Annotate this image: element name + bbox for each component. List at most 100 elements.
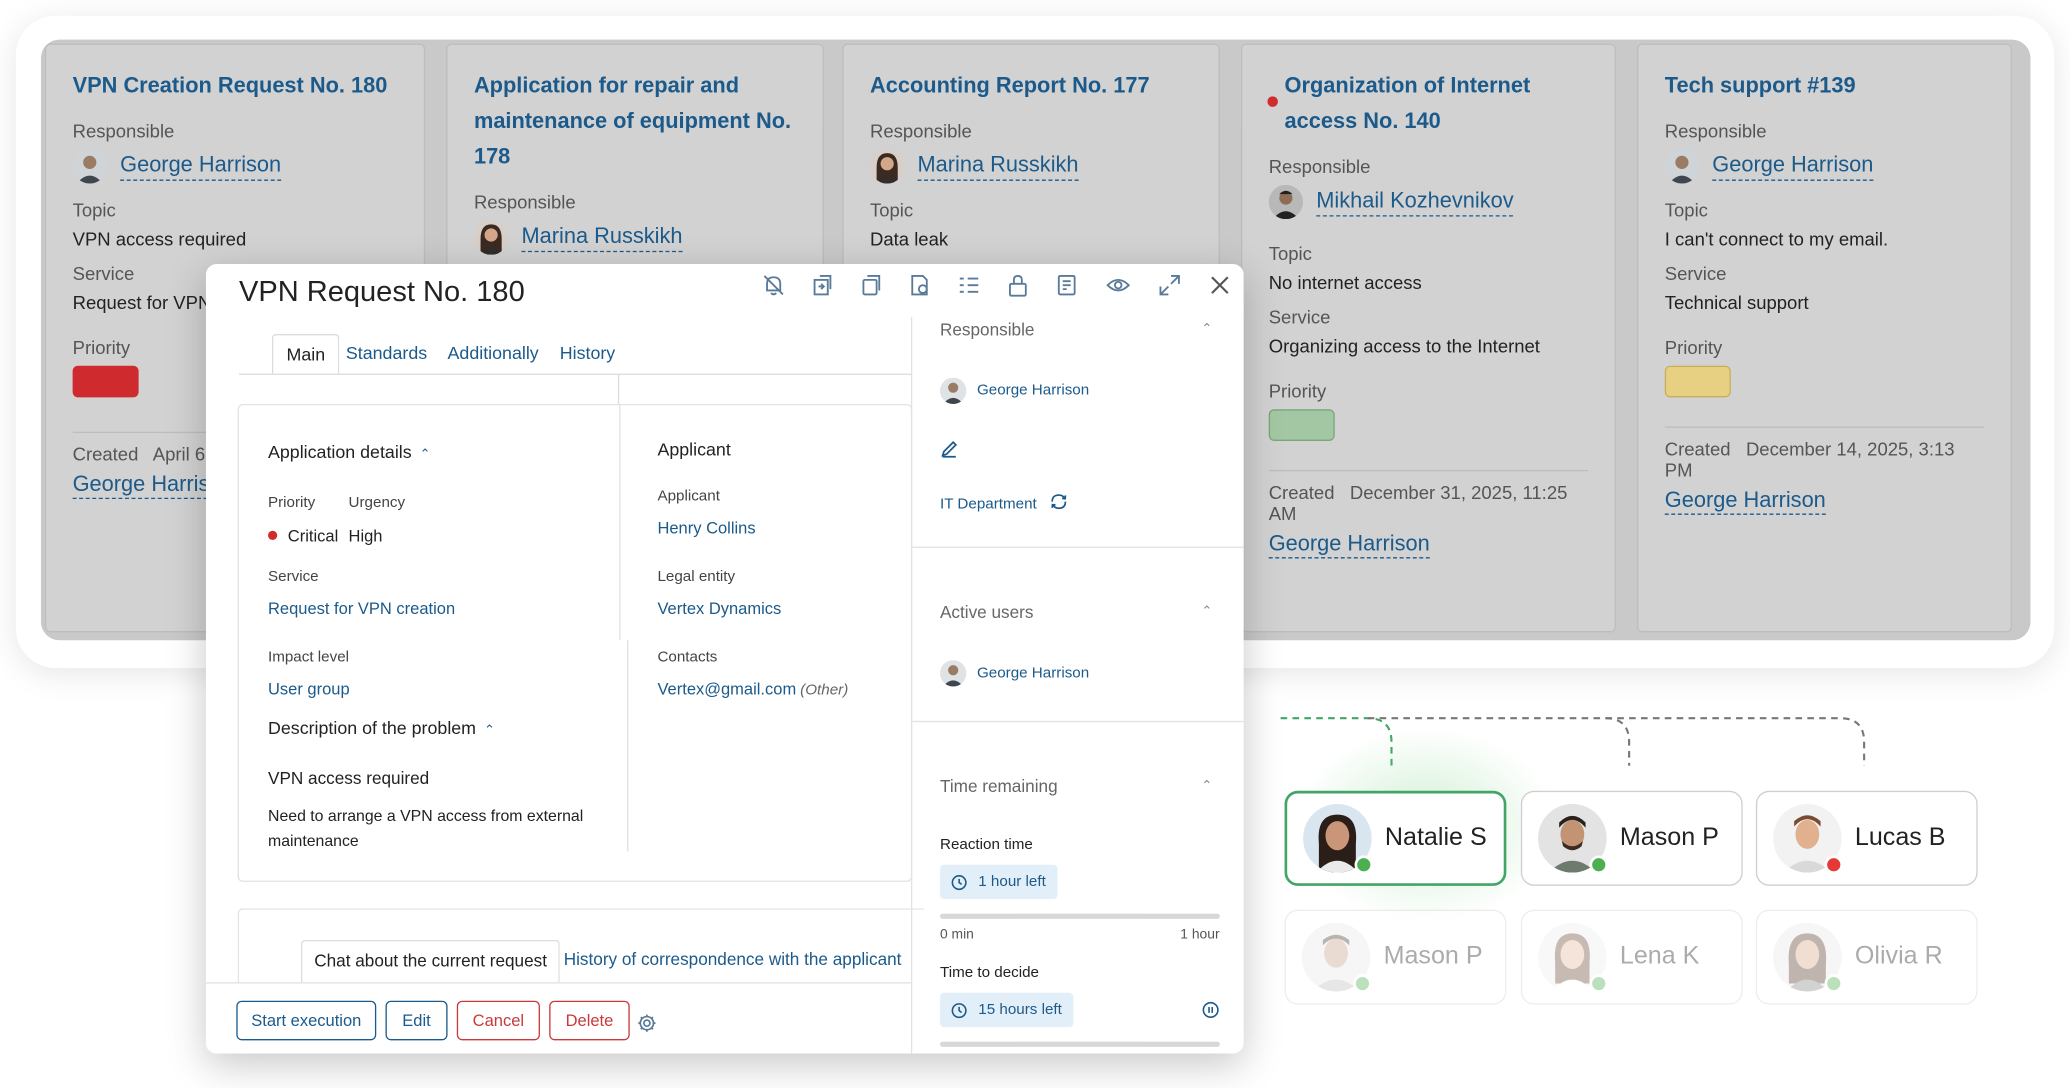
decide-time-value: 15 hours left	[978, 1002, 1062, 1018]
card-responsible-label: Responsible	[72, 120, 175, 142]
priority-badge	[1664, 365, 1731, 398]
department-link[interactable]: IT Department	[940, 496, 1037, 512]
document-icon[interactable]	[1054, 272, 1080, 298]
online-status-icon	[1353, 974, 1372, 993]
card-responsible-label: Responsible	[870, 120, 972, 142]
priority-label: Priority	[268, 495, 316, 511]
agent-card-lena[interactable]: Lena K	[1520, 909, 1743, 1005]
range-min: 0 min	[939, 926, 974, 943]
responsible-link[interactable]: Marina Russkikh	[521, 224, 683, 252]
expand-icon[interactable]	[1156, 272, 1182, 298]
clock-icon	[951, 874, 967, 890]
impact-link[interactable]: User group	[268, 680, 350, 698]
responsible-link[interactable]: Mikhail Kozhevnikov	[1316, 188, 1514, 216]
problem-text: Need to arrange a VPN access from extern…	[268, 806, 584, 851]
request-card[interactable]: Organization of Internet access No. 140 …	[1240, 43, 1616, 633]
avatar	[1664, 149, 1700, 184]
agent-card-mason-2[interactable]: Mason P	[1284, 909, 1507, 1005]
eye-icon[interactable]	[1105, 272, 1131, 298]
department-row[interactable]: IT Department	[940, 492, 1068, 514]
export-icon[interactable]	[907, 272, 933, 298]
avatar	[1773, 922, 1843, 993]
responsible-link[interactable]: George Harrison	[1712, 152, 1874, 181]
action-bar: Start execution Edit Cancel Delete	[205, 982, 911, 1054]
start-execution-button[interactable]: Start execution	[236, 1000, 377, 1041]
tab-additionally[interactable]: Additionally	[448, 334, 539, 375]
urgency-value: High	[348, 526, 383, 546]
checklist-icon[interactable]	[956, 272, 982, 298]
agent-card-mason[interactable]: Mason P	[1520, 790, 1743, 886]
created-by-link[interactable]: George Harrison	[1664, 488, 1826, 515]
copy-icon[interactable]	[858, 272, 884, 298]
tab-main[interactable]: Main	[271, 334, 340, 375]
agent-card-natalie[interactable]: Natalie S	[1284, 790, 1507, 886]
reaction-progress-bar	[939, 913, 1220, 919]
online-status-icon	[1354, 855, 1374, 874]
edit-button[interactable]: Edit	[385, 1000, 448, 1041]
agent-name: Lucas B	[1854, 823, 1946, 852]
request-card[interactable]: Tech support #139 Responsible George Har…	[1637, 43, 2012, 633]
avatar	[1773, 804, 1843, 874]
applicant-header: Applicant	[657, 439, 731, 460]
chevron-up-icon[interactable]: ⌃	[1201, 605, 1212, 620]
tabs-divider	[238, 373, 913, 375]
contacts-label: Contacts	[657, 649, 718, 666]
pause-icon[interactable]	[1201, 1001, 1219, 1026]
card-responsible-label: Responsible	[473, 191, 576, 213]
card-title[interactable]: Accounting Report No. 177	[870, 69, 1192, 105]
cancel-button[interactable]: Cancel	[456, 1000, 540, 1041]
delete-button[interactable]: Delete	[549, 1000, 630, 1041]
impact-label: Impact level	[268, 649, 350, 666]
card-title[interactable]: VPN Creation Request No. 180	[73, 69, 398, 105]
bell-off-icon[interactable]	[760, 272, 786, 298]
request-modal: VPN Request No. 180 Main Standards Addit…	[205, 264, 1244, 1054]
service-link[interactable]: Request for VPN creation	[268, 599, 455, 617]
avatar	[870, 149, 905, 184]
card-responsible-label: Responsible	[1268, 155, 1371, 177]
time-remaining-title: Time remaining	[939, 776, 1058, 797]
avatar	[1538, 922, 1609, 993]
agent-card-olivia[interactable]: Olivia R	[1755, 909, 1978, 1005]
responsible-link[interactable]: George Harrison	[120, 152, 282, 181]
decide-time-pill: 15 hours left	[939, 992, 1074, 1028]
chevron-up-icon[interactable]: ⌃	[1201, 322, 1212, 337]
online-status-icon	[1589, 974, 1609, 993]
problem-header[interactable]: Description of the problem ⌃	[268, 718, 495, 738]
refresh-icon[interactable]	[1050, 492, 1068, 514]
card-topic: No internet access	[1268, 271, 1422, 294]
card-title[interactable]: Tech support #139	[1665, 69, 1984, 105]
urgency-label: Urgency	[348, 495, 406, 511]
tab-standards[interactable]: Standards	[346, 334, 427, 375]
card-title[interactable]: Application for repair and maintenance o…	[474, 69, 796, 176]
gear-icon[interactable]	[636, 1013, 657, 1034]
tab-history[interactable]: History	[560, 334, 615, 375]
range-max: 1 hour	[1180, 926, 1220, 943]
agent-card-lucas[interactable]: Lucas B	[1755, 790, 1978, 886]
tab-correspondence[interactable]: History of correspondence with the appli…	[564, 940, 902, 982]
applicant-link[interactable]: Henry Collins	[657, 519, 755, 537]
priority-value: Critical	[268, 527, 338, 545]
active-user[interactable]: George Harrison	[939, 660, 1089, 687]
close-icon[interactable]	[1207, 272, 1233, 298]
clock-icon	[951, 1002, 967, 1018]
card-service-label: Service	[1268, 306, 1331, 328]
application-details-header[interactable]: Application details ⌃	[268, 442, 431, 462]
avatar	[1268, 184, 1304, 220]
edit-pencil-icon[interactable]	[940, 440, 958, 465]
card-topic: I can't connect to my email.	[1664, 228, 1889, 250]
card-topic: Data leak	[870, 228, 949, 250]
move-icon[interactable]	[809, 272, 835, 298]
contacts-link[interactable]: Vertex@gmail.com (Other)	[657, 680, 848, 698]
responsible-link[interactable]: Marina Russkikh	[917, 152, 1079, 181]
responsible-section-title: Responsible	[939, 319, 1035, 340]
lock-icon[interactable]	[1005, 272, 1031, 298]
online-status-icon	[1824, 974, 1843, 993]
responsible-user[interactable]: George Harrison	[939, 377, 1089, 404]
chevron-up-icon[interactable]: ⌃	[1201, 779, 1212, 794]
created-label: Created	[1664, 438, 1731, 460]
created-by-link[interactable]: George Harrison	[1268, 532, 1430, 559]
tab-chat[interactable]: Chat about the current request	[301, 939, 561, 983]
agent-name: Mason P	[1619, 823, 1719, 852]
legal-entity-link[interactable]: Vertex Dynamics	[657, 599, 781, 617]
card-title[interactable]: Organization of Internet access No. 140	[1269, 69, 1588, 140]
